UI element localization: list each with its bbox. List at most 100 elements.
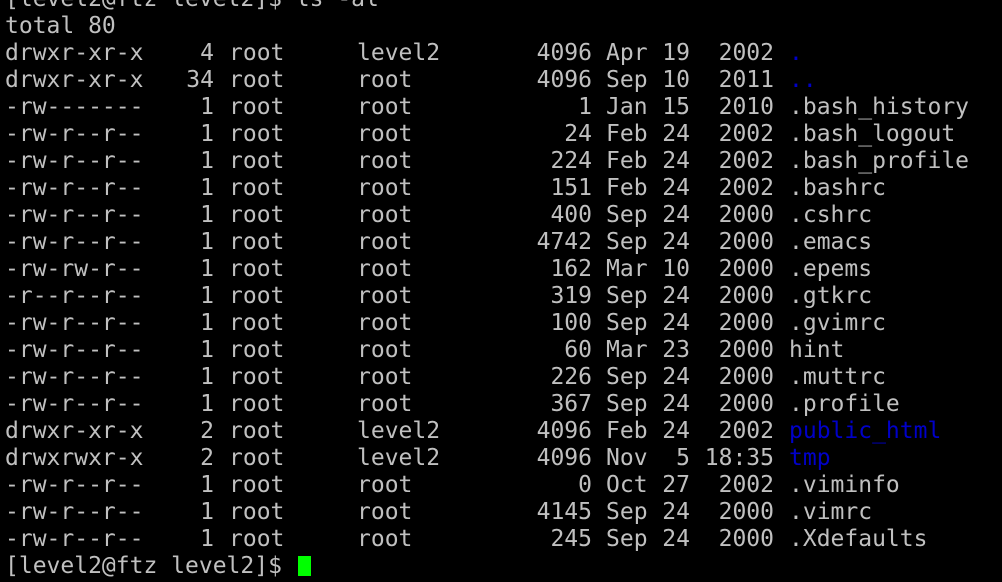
group: root <box>357 526 413 552</box>
month: Nov <box>606 445 648 471</box>
link-count: 1 <box>200 472 214 498</box>
file-entry-row: -rw-r--r-- 1 root root 367 Sep 24 2000 .profile <box>0 391 1002 418</box>
owner: root <box>229 121 285 147</box>
file-entry-row: -rw-r--r-- 1 root root 226 Sep 24 2000 .muttrc <box>0 364 1002 391</box>
time-or-year: 2000 <box>718 229 774 255</box>
file-name: . <box>789 40 803 66</box>
file-name: tmp <box>789 445 831 471</box>
month: Sep <box>606 310 648 336</box>
owner: root <box>229 40 285 66</box>
month: Sep <box>606 67 648 93</box>
group: root <box>357 337 413 363</box>
file-size: 224 <box>550 148 592 174</box>
time-or-year: 2002 <box>718 148 774 174</box>
time-or-year: 2002 <box>718 418 774 444</box>
owner: root <box>229 391 285 417</box>
owner: root <box>229 229 285 255</box>
day: 24 <box>662 391 690 417</box>
group: root <box>357 472 413 498</box>
file-size: 4145 <box>536 499 592 525</box>
day: 10 <box>662 67 690 93</box>
day: 24 <box>662 364 690 390</box>
file-size: 400 <box>550 202 592 228</box>
owner: root <box>229 337 285 363</box>
file-entry-row: -rw-r--r-- 1 root root 0 Oct 27 2002 .viminfo <box>0 472 1002 499</box>
group: level2 <box>357 40 441 66</box>
permissions: -rw-r--r-- <box>5 202 144 228</box>
time-or-year: 18:35 <box>704 445 774 471</box>
file-entry-row: -rw------- 1 root root 1 Jan 15 2010 .bash_histo… <box>0 94 1002 121</box>
file-entry-row: drwxr-xr-x 2 root level2 4096 Feb 24 2002 public… <box>0 418 1002 445</box>
group: level2 <box>357 445 441 471</box>
permissions: -rw-r--r-- <box>5 472 144 498</box>
file-size: 24 <box>564 121 592 147</box>
month: Mar <box>606 337 648 363</box>
permissions: -rw-r--r-- <box>5 364 144 390</box>
file-entry-row: -rw-rw-r-- 1 root root 162 Mar 10 2000 .epems <box>0 256 1002 283</box>
link-count: 34 <box>186 67 214 93</box>
file-listing: drwxr-xr-x 4 root level2 4096 Apr 19 2002. drwxr… <box>0 40 1002 553</box>
permissions: -rw-rw-r-- <box>5 256 144 282</box>
file-name: .bash_history <box>789 94 970 120</box>
permissions: -rw-r--r-- <box>5 526 144 552</box>
owner: root <box>229 499 285 525</box>
day: 23 <box>662 337 690 363</box>
file-entry-row: drwxr-xr-x 4 root level2 4096 Apr 19 2002. <box>0 40 1002 67</box>
file-name: .bashrc <box>789 175 886 201</box>
file-name: .bash_logout <box>789 121 956 147</box>
prompt-line[interactable]: [level2@ftz level2]$ <box>0 553 1002 580</box>
permissions: -rw-r--r-- <box>5 229 144 255</box>
prompt-text: [level2@ftz level2]$ <box>5 553 296 579</box>
link-count: 2 <box>200 418 214 444</box>
time-or-year: 2000 <box>718 364 774 390</box>
text-cursor <box>297 556 311 576</box>
owner: root <box>229 202 285 228</box>
day: 24 <box>662 202 690 228</box>
link-count: 1 <box>200 283 214 309</box>
permissions: drwxr-xr-x <box>5 418 144 444</box>
month: Feb <box>606 121 648 147</box>
permissions: -rw-r--r-- <box>5 121 144 147</box>
total-text: total 80 <box>5 13 116 39</box>
time-or-year: 2002 <box>718 472 774 498</box>
link-count: 1 <box>200 94 214 120</box>
month: Jan <box>606 94 648 120</box>
group: root <box>357 67 413 93</box>
file-name: .epems <box>789 256 873 282</box>
group: root <box>357 202 413 228</box>
group: root <box>357 499 413 525</box>
owner: root <box>229 472 285 498</box>
terminal-window[interactable]: [level2@ftz level2]$ ls -al total 80 drw… <box>0 0 1002 582</box>
day: 24 <box>662 175 690 201</box>
time-or-year: 2000 <box>718 391 774 417</box>
day: 24 <box>662 148 690 174</box>
file-entry-row: drwxrwxr-x 2 root level2 4096 Nov 5 18:35 tmp <box>0 445 1002 472</box>
group: root <box>357 121 413 147</box>
file-name: .emacs <box>789 229 873 255</box>
permissions: drwxrwxr-x <box>5 445 144 471</box>
link-count: 4 <box>200 40 214 66</box>
month: Sep <box>606 364 648 390</box>
file-size: 4096 <box>536 418 592 444</box>
day: 24 <box>662 121 690 147</box>
file-entry-row: -rw-r--r-- 1 root root 245 Sep 24 2000 .Xdefault… <box>0 526 1002 553</box>
day: 10 <box>662 256 690 282</box>
month: Sep <box>606 283 648 309</box>
month: Sep <box>606 229 648 255</box>
shell-prompt[interactable]: [level2@ftz level2]$ <box>5 553 311 580</box>
permissions: -rw-r--r-- <box>5 337 144 363</box>
month: Feb <box>606 148 648 174</box>
link-count: 1 <box>200 175 214 201</box>
group: root <box>357 148 413 174</box>
link-count: 2 <box>200 445 214 471</box>
permissions: drwxr-xr-x <box>5 40 144 66</box>
group: root <box>357 175 413 201</box>
file-entry-row: -rw-r--r-- 1 root root 224 Feb 24 2002 .bash_pro… <box>0 148 1002 175</box>
file-size: 226 <box>550 364 592 390</box>
month: Sep <box>606 202 648 228</box>
time-or-year: 2000 <box>718 499 774 525</box>
time-or-year: 2011 <box>718 67 774 93</box>
file-name: .. <box>789 67 817 93</box>
file-entry-row: -rw-r--r-- 1 root root 4742 Sep 24 2000 .emacs <box>0 229 1002 256</box>
link-count: 1 <box>200 148 214 174</box>
